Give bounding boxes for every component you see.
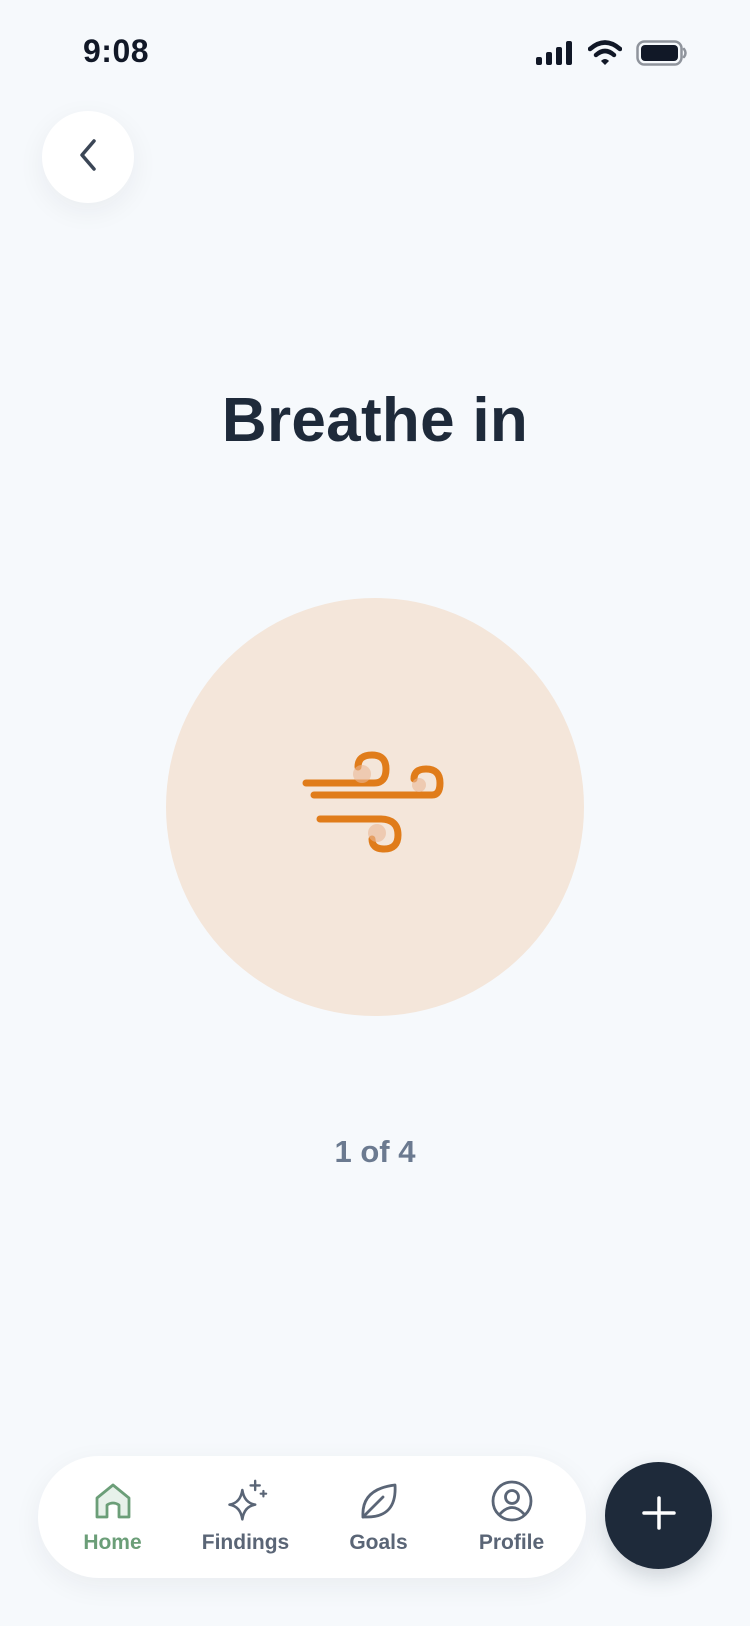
battery-icon: [636, 40, 688, 71]
nav-label-findings: Findings: [201, 1531, 290, 1554]
home-icon: [91, 1479, 135, 1523]
status-time: 9:08: [83, 33, 150, 69]
signal-icon: [536, 41, 574, 70]
wifi-icon: [587, 40, 623, 71]
user-circle-icon: [490, 1479, 534, 1523]
breath-circle: [166, 598, 584, 1016]
bottom-nav: Home Findings Goals Profile: [38, 1456, 586, 1578]
add-button[interactable]: [605, 1462, 712, 1569]
chevron-left-icon: [72, 135, 104, 180]
nav-label-goals: Goals: [349, 1531, 408, 1554]
nav-item-home[interactable]: Home: [53, 1479, 173, 1555]
plus-icon: [641, 1495, 677, 1536]
breathing-instruction: Breathe in: [221, 386, 529, 455]
nav-label-home: Home: [83, 1531, 142, 1554]
leaf-icon: [357, 1479, 401, 1523]
nav-item-findings[interactable]: Findings: [186, 1479, 306, 1555]
wind-icon: [300, 745, 450, 870]
step-counter: 1 of 4: [334, 1134, 416, 1169]
back-button[interactable]: [42, 111, 134, 203]
nav-label-profile: Profile: [478, 1531, 545, 1554]
nav-item-profile[interactable]: Profile: [452, 1479, 572, 1555]
breathing-exercise-screen: 9:08 Breathe in 1 of 4 Home Findings Goa…: [0, 0, 750, 1626]
nav-item-goals[interactable]: Goals: [319, 1479, 439, 1555]
status-icons: [536, 40, 688, 71]
sparkles-icon: [224, 1479, 268, 1523]
